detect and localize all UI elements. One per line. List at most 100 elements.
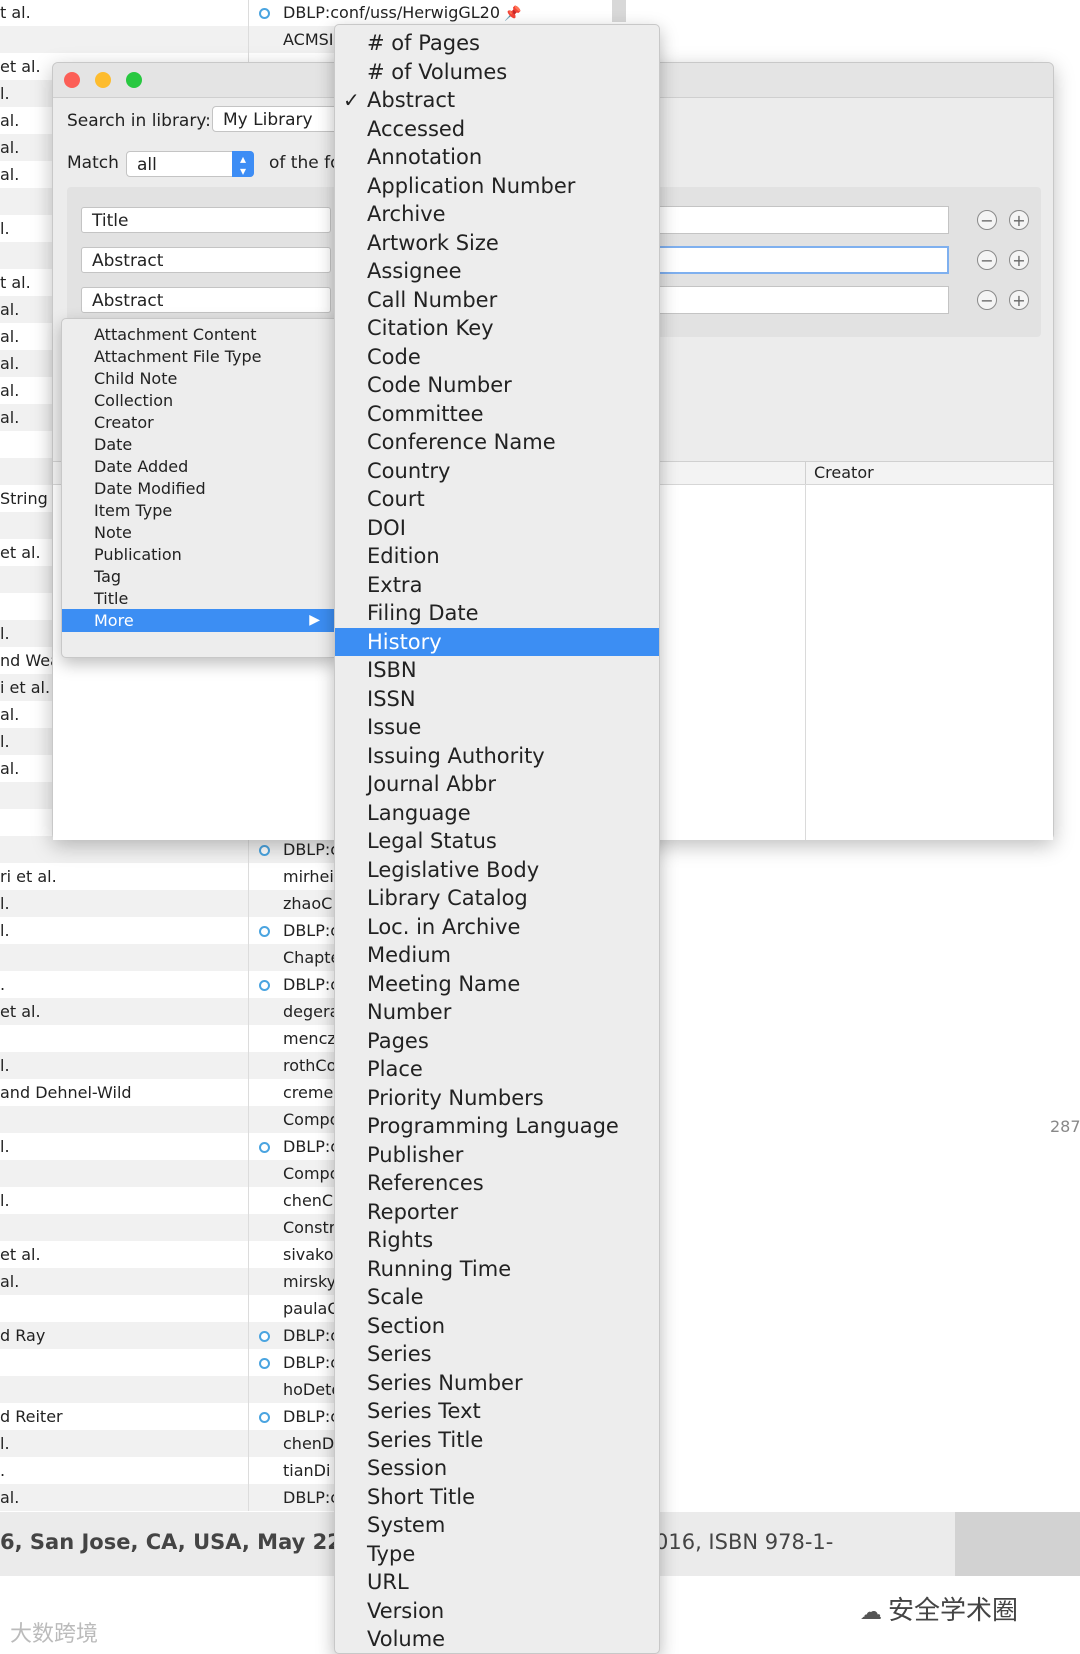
condition-menu-item[interactable]: Date Modified <box>62 477 338 500</box>
submenu-item[interactable]: Artwork Size <box>335 229 659 258</box>
submenu-item[interactable]: Assignee <box>335 257 659 286</box>
condition-menu-item[interactable]: Publication <box>62 543 338 566</box>
submenu-item[interactable]: Extra <box>335 571 659 600</box>
submenu-item[interactable]: ISSN <box>335 685 659 714</box>
submenu-item[interactable]: Scale <box>335 1283 659 1312</box>
submenu-item[interactable]: Accessed <box>335 115 659 144</box>
condition-menu-item[interactable]: Collection <box>62 389 338 412</box>
condition-menu-item[interactable]: Attachment File Type <box>62 345 338 368</box>
condition-menu-item[interactable]: Date <box>62 433 338 456</box>
submenu-item[interactable]: Call Number <box>335 286 659 315</box>
submenu-item[interactable]: Pages <box>335 1027 659 1056</box>
submenu-item[interactable]: Edition <box>335 542 659 571</box>
submenu-item[interactable]: Code Number <box>335 371 659 400</box>
submenu-item[interactable]: Application Number <box>335 172 659 201</box>
submenu-item[interactable]: Medium <box>335 941 659 970</box>
submenu-item[interactable]: Programming Language <box>335 1112 659 1141</box>
submenu-item[interactable]: Archive <box>335 200 659 229</box>
condition-menu-item[interactable]: Note <box>62 521 338 544</box>
add-condition-button[interactable]: + <box>1009 210 1029 230</box>
add-condition-button[interactable]: + <box>1009 250 1029 270</box>
submenu-item[interactable]: Reporter <box>335 1198 659 1227</box>
condition-field-select[interactable]: Abstract <box>81 287 331 313</box>
submenu-item-label: Series Title <box>367 1427 484 1452</box>
submenu-item-label: Scale <box>367 1285 424 1309</box>
submenu-item[interactable]: Citation Key <box>335 314 659 343</box>
submenu-item[interactable]: Journal Abbr <box>335 770 659 799</box>
condition-menu-item[interactable]: Child Note <box>62 367 338 390</box>
submenu-item[interactable]: ✓ Abstract <box>335 86 659 115</box>
submenu-item[interactable]: Series <box>335 1340 659 1369</box>
add-condition-button[interactable]: + <box>1009 290 1029 310</box>
zoom-window-button[interactable] <box>126 72 142 88</box>
row-citation-key-text: DBLP:c <box>283 975 340 994</box>
submenu-item[interactable]: Committee <box>335 400 659 429</box>
submenu-item[interactable]: Legislative Body <box>335 856 659 885</box>
minimize-window-button[interactable] <box>95 72 111 88</box>
submenu-item[interactable]: Session <box>335 1454 659 1483</box>
submenu-item[interactable]: Legal Status <box>335 827 659 856</box>
submenu-item[interactable]: Rights <box>335 1226 659 1255</box>
condition-value-input[interactable] <box>643 286 949 314</box>
remove-condition-button[interactable]: − <box>977 250 997 270</box>
submenu-item[interactable]: URL <box>335 1568 659 1597</box>
condition-menu-item[interactable]: Date Added <box>62 455 338 478</box>
submenu-item[interactable]: Language <box>335 799 659 828</box>
submenu-item[interactable]: Short Title <box>335 1483 659 1512</box>
submenu-item[interactable]: Meeting Name <box>335 970 659 999</box>
creator-column-header[interactable]: Creator <box>805 462 874 484</box>
submenu-item-label: Accessed <box>367 116 466 141</box>
submenu-item-label: Reporter <box>367 1199 459 1224</box>
submenu-item[interactable]: Volume <box>335 1625 659 1654</box>
submenu-item[interactable]: Country <box>335 457 659 486</box>
submenu-item[interactable]: # of Volumes <box>335 58 659 87</box>
library-row[interactable]: t al. DBLP:conf/uss/HerwigGL20 📌 <box>0 0 620 26</box>
submenu-item[interactable]: Code <box>335 343 659 372</box>
submenu-item[interactable]: Priority Numbers <box>335 1084 659 1113</box>
submenu-item[interactable]: Issue <box>335 713 659 742</box>
submenu-item[interactable]: System <box>335 1511 659 1540</box>
remove-condition-button[interactable]: − <box>977 210 997 230</box>
submenu-item[interactable]: Issuing Authority <box>335 742 659 771</box>
submenu-item[interactable]: ISBN <box>335 656 659 685</box>
close-window-button[interactable] <box>64 72 80 88</box>
submenu-item[interactable]: DOI <box>335 514 659 543</box>
condition-menu-item[interactable]: Title <box>62 587 338 610</box>
submenu-item[interactable]: # of Pages <box>335 29 659 58</box>
row-citation-key-text: Chapte <box>283 948 341 967</box>
submenu-item[interactable]: Filing Date <box>335 599 659 628</box>
remove-condition-button[interactable]: − <box>977 290 997 310</box>
submenu-item[interactable]: Court <box>335 485 659 514</box>
condition-field-select[interactable]: Title <box>81 207 331 233</box>
condition-field-select[interactable]: Abstract <box>81 247 331 273</box>
submenu-item[interactable]: Place <box>335 1055 659 1084</box>
condition-menu-item[interactable]: Attachment Content <box>62 323 338 346</box>
submenu-item[interactable]: Loc. in Archive <box>335 913 659 942</box>
detail-text-left: 6, San Jose, CA, USA, May 22-26, <box>0 1530 388 1554</box>
submenu-item[interactable]: Publisher <box>335 1141 659 1170</box>
submenu-item[interactable]: History <box>335 627 659 656</box>
submenu-item[interactable]: Section <box>335 1312 659 1341</box>
submenu-item[interactable]: Running Time <box>335 1255 659 1284</box>
submenu-item[interactable]: Annotation <box>335 143 659 172</box>
submenu-item[interactable]: Library Catalog <box>335 884 659 913</box>
submenu-item[interactable]: Series Title <box>335 1426 659 1455</box>
submenu-item[interactable]: Conference Name <box>335 428 659 457</box>
list-scrollbar[interactable] <box>612 0 626 22</box>
submenu-item[interactable]: Series Number <box>335 1369 659 1398</box>
submenu-item[interactable]: Type <box>335 1540 659 1569</box>
row-citation-key: DBLP:c <box>283 836 339 863</box>
condition-menu-item[interactable]: Creator <box>62 411 338 434</box>
submenu-item[interactable]: Version <box>335 1597 659 1626</box>
submenu-item[interactable]: References <box>335 1169 659 1198</box>
column-divider <box>248 836 249 863</box>
condition-menu-item[interactable]: Item Type <box>62 499 338 522</box>
condition-menu-item-more[interactable]: More ▶ <box>62 609 338 632</box>
match-select[interactable]: all ▴ ▾ <box>126 151 254 177</box>
condition-value-input[interactable] <box>643 246 949 274</box>
condition-value-input[interactable]: il <box>643 206 949 234</box>
submenu-item[interactable]: Series Text <box>335 1397 659 1426</box>
condition-menu-item[interactable]: Tag <box>62 565 338 588</box>
submenu-item[interactable]: Number <box>335 998 659 1027</box>
library-select[interactable]: My Library <box>212 106 352 132</box>
